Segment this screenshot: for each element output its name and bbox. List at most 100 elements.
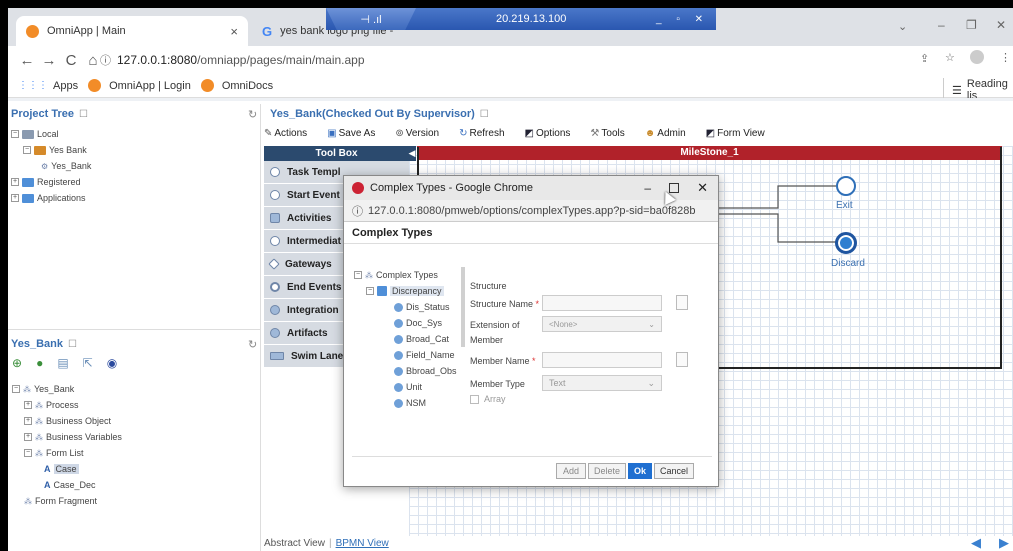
- address-bar-row: ← → C ⌂ ⓘ 127.0.0.1:8080/omniapp/pages/m…: [8, 46, 1013, 74]
- remote-session-bar: ⊣ .ıl 20.219.13.100 _ ▫ ✕: [326, 8, 716, 30]
- url-field[interactable]: ⓘ 127.0.0.1:8080/omniapp/pages/main/main…: [100, 49, 890, 71]
- minimize-icon[interactable]: –: [938, 18, 945, 32]
- omniapp-main: Project Tree ☐ ↻ − Local − Yes Bank ⚙ Yes_B…: [8, 98, 1013, 551]
- admin-button[interactable]: ☻ Admin: [645, 128, 696, 139]
- remote-window-controls-icon[interactable]: _ ▫ ✕: [656, 14, 709, 25]
- bookmark-omnidocs[interactable]: OmniDocs: [200, 79, 273, 92]
- globe-icon[interactable]: ◉: [107, 356, 117, 370]
- actions-button[interactable]: ✎ Actions: [264, 128, 317, 139]
- app-top-strip: [8, 98, 1013, 101]
- nav-forward-icon[interactable]: ▶: [999, 535, 1009, 551]
- edit-icon[interactable]: ☐: [79, 109, 88, 120]
- tree-node-member[interactable]: Bbroad_Obs: [354, 363, 457, 379]
- complex-types-tree: − ⁂ Complex Types − Discrepancy Dis_Status …: [354, 267, 457, 411]
- close-window-icon[interactable]: ✕: [996, 18, 1006, 32]
- dialog-url-bar[interactable]: ⓘ 127.0.0.1:8080/pmweb/options/complexTy…: [344, 200, 718, 222]
- bookmark-omniapp-login[interactable]: OmniApp | Login: [88, 79, 191, 92]
- tree-node-discrepancy[interactable]: − Discrepancy: [354, 283, 457, 299]
- refresh-icon[interactable]: ↻: [248, 108, 257, 121]
- tree-node-yes-bank-process[interactable]: ⚙ Yes_Bank: [11, 158, 91, 174]
- refresh-icon: ↻: [459, 127, 468, 139]
- edit-icon[interactable]: ☐: [480, 109, 489, 120]
- tab-search-icon[interactable]: ⌄: [898, 20, 907, 33]
- tree-node-applications[interactable]: + Applications: [11, 190, 91, 206]
- profile-avatar[interactable]: [970, 50, 984, 64]
- nav-back-icon[interactable]: ◀: [971, 535, 981, 551]
- tree-scrollbar[interactable]: [461, 267, 465, 347]
- tree-node-complex-types[interactable]: − ⁂ Complex Types: [354, 267, 457, 283]
- tree-node-local[interactable]: − Local: [11, 126, 91, 142]
- refresh-button[interactable]: ↻ Refresh: [459, 128, 514, 139]
- hierarchy-icon: ⁂: [365, 270, 373, 280]
- member-name-field[interactable]: [542, 352, 662, 368]
- tree-node-process[interactable]: + ⁂ Process: [12, 397, 122, 413]
- dialog-minimize-icon[interactable]: –: [644, 181, 651, 195]
- tree-node-member[interactable]: NSM: [354, 395, 457, 411]
- tree-node-yes-bank[interactable]: − Yes Bank: [11, 142, 91, 158]
- tree-node-form-fragment[interactable]: ⁂ Form Fragment: [12, 493, 122, 509]
- save-icon: ▣: [327, 127, 337, 139]
- tree-node-member[interactable]: Field_Name: [354, 347, 457, 363]
- options-button[interactable]: ◩ Options: [525, 128, 581, 139]
- process-icon: ⚙: [41, 161, 49, 171]
- share-icon[interactable]: ⇪: [920, 52, 929, 65]
- editor-title: Yes_Bank(Checked Out By Supervisor): [270, 108, 475, 120]
- tree-node-business-variables[interactable]: + ⁂ Business Variables: [12, 429, 122, 445]
- abstract-view-link[interactable]: Abstract View: [264, 538, 325, 549]
- bookmark-apps[interactable]: ⋮⋮⋮ Apps: [18, 80, 78, 92]
- form-view-button[interactable]: ◩ Form View: [706, 128, 775, 139]
- save-as-button[interactable]: ▣ Save As: [327, 128, 385, 139]
- info-circle-icon[interactable]: ●: [36, 356, 43, 370]
- tree-node-member[interactable]: Broad_Cat: [354, 331, 457, 347]
- new-icon[interactable]: ⊕: [12, 356, 22, 370]
- tree-node-registered[interactable]: + Registered: [11, 174, 91, 190]
- structure-name-lookup-icon[interactable]: [676, 295, 688, 310]
- tree-node-member[interactable]: Dis_Status: [354, 299, 457, 315]
- admin-icon: ☻: [644, 127, 656, 139]
- menu-icon[interactable]: ⋮: [1000, 51, 1011, 64]
- dialog-window-title: Complex Types - Google Chrome: [370, 182, 534, 194]
- tab-title: OmniApp | Main: [47, 25, 126, 37]
- dialog-close-icon[interactable]: ✕: [697, 180, 708, 196]
- discard-end-event[interactable]: [835, 232, 857, 254]
- tree-node-case-dec[interactable]: A Case_Dec: [12, 477, 122, 493]
- view-switcher: Abstract View | BPMN View ◀ ▶: [264, 535, 1009, 551]
- tree-node-member[interactable]: Doc_Sys: [354, 315, 457, 331]
- bpmn-view-link[interactable]: BPMN View: [336, 538, 389, 549]
- reload-icon[interactable]: C: [60, 52, 82, 69]
- cancel-button[interactable]: Cancel: [654, 463, 694, 479]
- tree-node-member[interactable]: Unit: [354, 379, 457, 395]
- back-icon[interactable]: ←: [16, 52, 38, 69]
- delete-button[interactable]: Delete: [588, 463, 626, 479]
- yes-bank-toolbar: ⊕ ● ▤ ⇱ ◉: [12, 356, 117, 370]
- dialog-url: 127.0.0.1:8080/pmweb/options/complexType…: [368, 204, 696, 217]
- edit-icon[interactable]: ☐: [68, 339, 77, 350]
- hierarchy-icon: ⁂: [35, 432, 43, 442]
- tree-node-case[interactable]: A Case: [12, 461, 122, 477]
- array-checkbox-row[interactable]: Array: [470, 394, 506, 404]
- tab-omniapp-main[interactable]: OmniApp | Main ×: [16, 16, 248, 46]
- tools-button[interactable]: ⚒ Tools: [590, 128, 634, 139]
- structure-name-field[interactable]: [542, 295, 662, 311]
- member-type-select[interactable]: Text ⌄: [542, 375, 662, 391]
- exit-end-event[interactable]: [836, 176, 856, 196]
- folder-icon: [22, 177, 34, 187]
- version-button[interactable]: ⊚ Version: [395, 128, 449, 139]
- import-icon[interactable]: ⇱: [83, 356, 93, 370]
- tab-close-icon[interactable]: ×: [230, 24, 238, 39]
- refresh-icon[interactable]: ↻: [248, 338, 257, 351]
- ok-button[interactable]: Ok: [628, 463, 652, 479]
- forward-icon[interactable]: →: [38, 52, 60, 69]
- list-icon[interactable]: ▤: [57, 356, 68, 370]
- member-name-lookup-icon[interactable]: [676, 352, 688, 367]
- tree-node-form-list[interactable]: − ⁂ Form List: [12, 445, 122, 461]
- tree-node-yes-bank-root[interactable]: − ⁂ Yes_Bank: [12, 381, 122, 397]
- array-checkbox[interactable]: [470, 394, 479, 404]
- toolbox-collapse-button[interactable]: ◀: [408, 146, 416, 161]
- restore-icon[interactable]: ❐: [966, 18, 977, 32]
- tree-node-business-object[interactable]: + ⁂ Business Object: [12, 413, 122, 429]
- add-button[interactable]: Add: [556, 463, 586, 479]
- extension-of-select[interactable]: <None> ⌄: [542, 316, 662, 332]
- bookmark-star-icon[interactable]: ☆: [945, 51, 955, 64]
- extension-label-member: Member: [470, 335, 504, 345]
